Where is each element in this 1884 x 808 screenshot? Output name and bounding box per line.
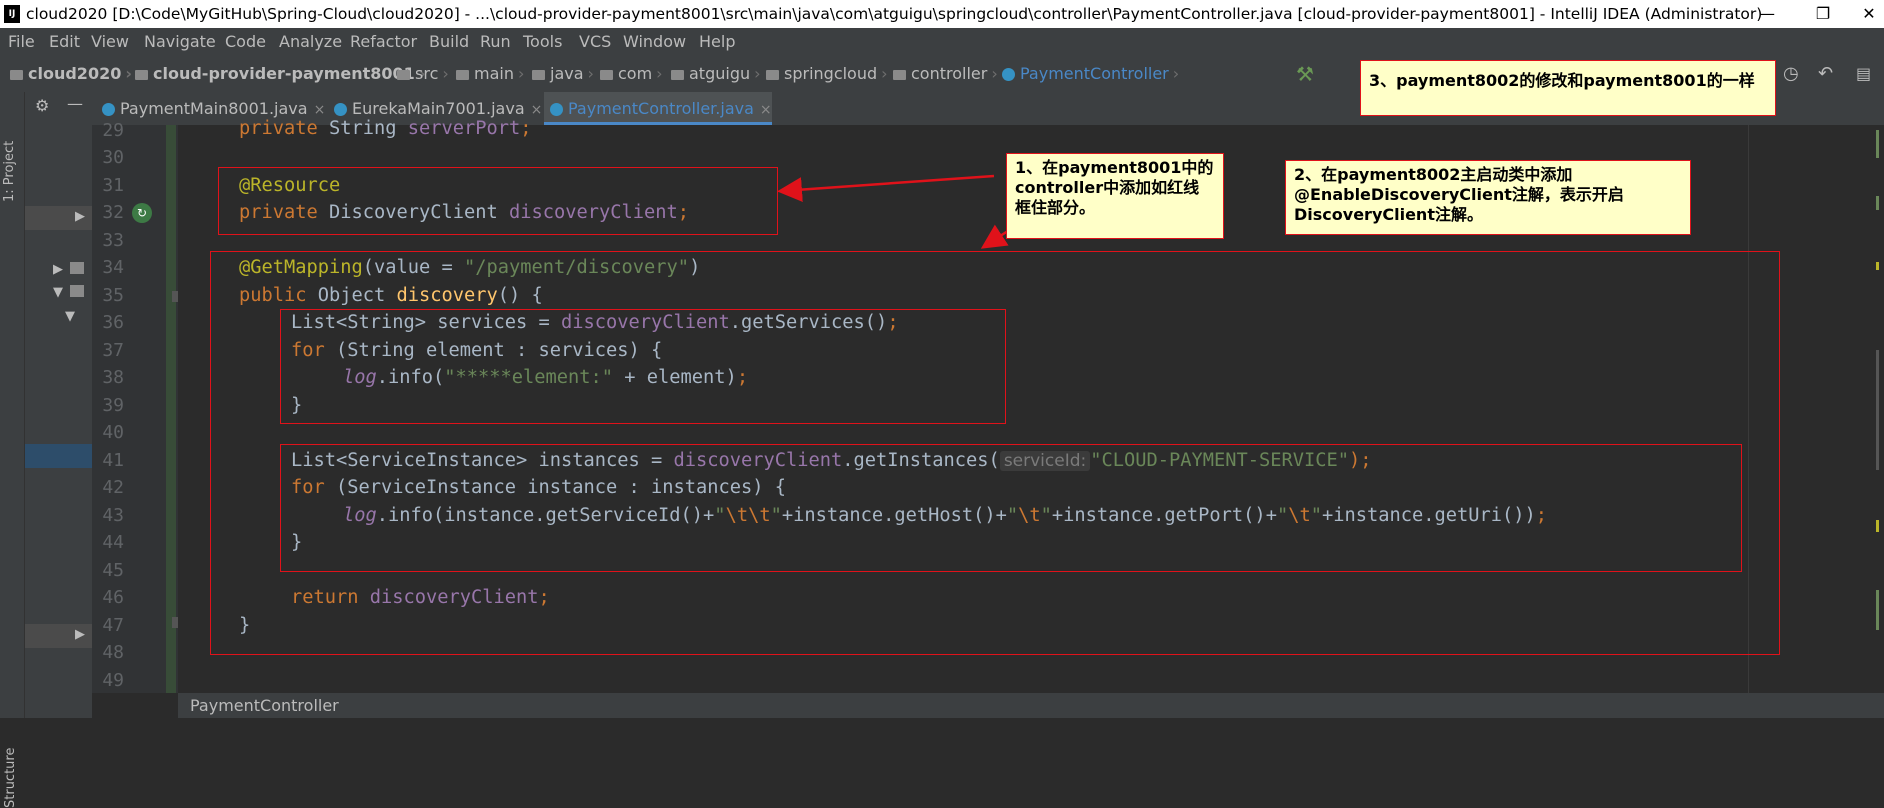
annotation-note-1: 1、在payment8001中的controller中添加如红线框住部分。 xyxy=(1006,153,1224,239)
annotation-note-2: 2、在payment8002主启动类中添加@EnableDiscoveryCli… xyxy=(1285,160,1691,235)
status-breadcrumb[interactable]: PaymentController xyxy=(190,693,339,718)
editor-breadcrumb-bar: PaymentController xyxy=(178,693,1884,718)
change-marker xyxy=(1876,130,1879,158)
scroll-thumb[interactable] xyxy=(1876,350,1879,470)
arrow-to-resource xyxy=(777,174,995,203)
change-marker xyxy=(1876,196,1879,210)
change-marker xyxy=(1876,590,1879,630)
change-marker xyxy=(1876,520,1879,532)
change-marker xyxy=(1876,262,1879,270)
annotation-note-3: 3、payment8002的修改和payment8001的一样 xyxy=(1360,60,1776,116)
structure-tool-window-button[interactable]: Structure xyxy=(3,748,18,808)
editor-scrollbar[interactable] xyxy=(1862,125,1884,693)
